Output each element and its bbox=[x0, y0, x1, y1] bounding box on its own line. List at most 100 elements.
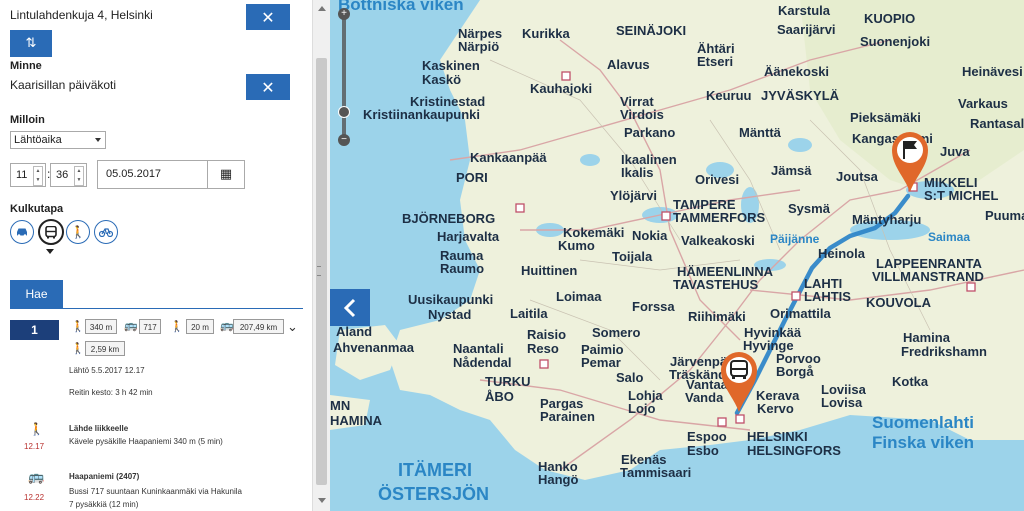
place-label: Närpiö bbox=[458, 39, 500, 54]
result-index-badge[interactable]: 1 bbox=[10, 320, 59, 340]
place-label: MN bbox=[330, 398, 351, 413]
date-input[interactable]: 05.05.2017 ▦ bbox=[97, 160, 245, 189]
place-label: Naantali bbox=[453, 341, 504, 356]
sea-label: ÖSTERSJÖN bbox=[378, 484, 490, 504]
search-button[interactable]: Hae bbox=[10, 280, 63, 308]
zoom-in-button[interactable]: + bbox=[338, 8, 350, 20]
place-label: Kristiinankaupunki bbox=[363, 107, 481, 122]
place-label: Toijala bbox=[612, 249, 653, 264]
flag-marker-icon bbox=[892, 132, 928, 192]
clear-destination-button[interactable]: ✕ bbox=[246, 74, 290, 100]
walk-icon: 🚶 bbox=[29, 422, 44, 436]
place-label: Parkano bbox=[624, 125, 676, 140]
car-mode-button[interactable] bbox=[10, 220, 34, 244]
place-label: HELSINGFORS bbox=[747, 443, 841, 458]
bus-mode-button[interactable] bbox=[38, 219, 64, 245]
bus-icon: 🚌 bbox=[124, 319, 138, 332]
place-label: Alavus bbox=[607, 57, 650, 72]
route-planner-panel: Lintulahdenkuja 4, Helsinki ✕ ⇅ Minne Ka… bbox=[0, 0, 312, 511]
place-label: Keuruu bbox=[706, 88, 752, 103]
map-view[interactable]: Bottniska viken Suomenlahti Finska viken… bbox=[330, 0, 1024, 511]
place-label: TAMMERFORS bbox=[673, 210, 766, 225]
time-mode-select[interactable]: Lähtöaika bbox=[10, 131, 106, 149]
place-label: Forssa bbox=[632, 299, 675, 314]
place-label: Lovisa bbox=[821, 395, 863, 410]
place-label: Somero bbox=[592, 325, 641, 340]
bike-mode-button[interactable] bbox=[94, 220, 118, 244]
scroll-up-icon[interactable] bbox=[318, 6, 326, 11]
bus-icon bbox=[45, 225, 57, 238]
walk-icon: 🚶 bbox=[71, 320, 85, 333]
place-label: Kervo bbox=[757, 401, 794, 416]
stepper-arrows-icon[interactable]: ▲ ▼ bbox=[33, 166, 43, 186]
swap-direction-button[interactable]: ⇅ bbox=[10, 30, 52, 57]
step-time: 12.17 bbox=[24, 442, 45, 451]
place-label: Kauhajoki bbox=[530, 81, 593, 96]
scroll-down-icon[interactable] bbox=[318, 498, 326, 503]
zoom-out-button[interactable]: − bbox=[338, 134, 350, 146]
place-label: Loimaa bbox=[556, 289, 602, 304]
zoom-slider-handle[interactable] bbox=[338, 106, 350, 118]
place-label: Huittinen bbox=[521, 263, 578, 278]
minute-stepper[interactable]: 36 ▲ ▼ bbox=[50, 163, 87, 187]
zoom-control[interactable]: + − bbox=[338, 8, 350, 146]
place-label: Karstula bbox=[778, 3, 831, 18]
collapse-panel-button[interactable] bbox=[330, 289, 370, 326]
place-label: Vanda bbox=[685, 390, 724, 405]
hour-stepper[interactable]: 11 ▲ ▼ bbox=[10, 163, 46, 187]
place-label: Parainen bbox=[540, 409, 595, 424]
bus-icon: 🚌 bbox=[220, 319, 234, 332]
leg-pill: 2,59 km bbox=[85, 341, 125, 356]
place-label: Sysmä bbox=[788, 201, 830, 216]
clear-origin-button[interactable]: ✕ bbox=[246, 4, 290, 30]
chevron-down-icon bbox=[95, 138, 101, 142]
origin-value[interactable]: Lintulahdenkuja 4, Helsinki bbox=[10, 8, 153, 22]
place-label: JYVÄSKYLÄ bbox=[761, 88, 840, 103]
place-label: BJÖRNEBORG bbox=[402, 211, 496, 226]
sea-label: Finska viken bbox=[872, 433, 975, 452]
step-detail: 7 pysäkkiä (12 min) bbox=[69, 500, 139, 509]
when-label: Milloin bbox=[10, 114, 45, 126]
place-label: LAHTIS bbox=[804, 289, 851, 304]
leg-pill: 340 m bbox=[85, 319, 117, 334]
place-label: Heinola bbox=[818, 246, 865, 261]
step-time: 12.22 bbox=[24, 493, 45, 502]
leg-pill: 20 m bbox=[186, 319, 214, 334]
place-label: Kaskö bbox=[422, 72, 462, 87]
place-label: ÅBO bbox=[485, 389, 514, 404]
walk-mode-button[interactable]: 🚶 bbox=[66, 220, 90, 244]
zoom-slider-track[interactable] bbox=[342, 16, 346, 142]
calendar-icon[interactable]: ▦ bbox=[207, 161, 244, 188]
bus-icon: 🚌 bbox=[28, 470, 45, 485]
place-label: Riihimäki bbox=[688, 309, 746, 324]
place-label: Äänekoski bbox=[764, 64, 830, 79]
place-label: Mänttä bbox=[739, 125, 781, 140]
place-label: Aland bbox=[336, 324, 373, 339]
destination-marker[interactable] bbox=[890, 130, 930, 194]
origin-marker[interactable] bbox=[719, 350, 759, 414]
place-label: SEINÄJOKI bbox=[616, 23, 687, 38]
place-label: Kurikka bbox=[522, 26, 570, 41]
walk-icon: 🚶 bbox=[70, 225, 86, 239]
destination-value[interactable]: Kaarisillan päiväkoti bbox=[10, 78, 116, 92]
chevron-down-icon[interactable]: ⌄ bbox=[287, 320, 298, 335]
place-label: Orimattila bbox=[770, 306, 831, 321]
place-label: Kumo bbox=[558, 238, 595, 253]
place-label: TAVASTEHUS bbox=[673, 277, 759, 292]
place-label: Varkaus bbox=[958, 96, 1008, 111]
place-label: Raumo bbox=[440, 261, 485, 276]
place-label: S:T MICHEL bbox=[924, 188, 999, 203]
swap-icon: ⇅ bbox=[25, 36, 37, 51]
place-label: Raisio bbox=[527, 327, 567, 342]
place-label: Laitila bbox=[510, 306, 548, 321]
place-label: Harjavalta bbox=[437, 229, 500, 244]
stepper-arrows-icon[interactable]: ▲ ▼ bbox=[74, 166, 84, 186]
sea-label: ITÄMERI bbox=[398, 460, 472, 480]
place-label: PORI bbox=[456, 170, 488, 185]
transport-mode-label: Kulkutapa bbox=[10, 203, 64, 215]
date-value: 05.05.2017 bbox=[106, 168, 162, 180]
sidebar-scrollbar[interactable] bbox=[312, 0, 331, 511]
time-mode-value: Lähtöaika bbox=[14, 134, 62, 146]
selected-mode-indicator bbox=[46, 249, 54, 254]
hour-value: 11 bbox=[16, 169, 28, 181]
